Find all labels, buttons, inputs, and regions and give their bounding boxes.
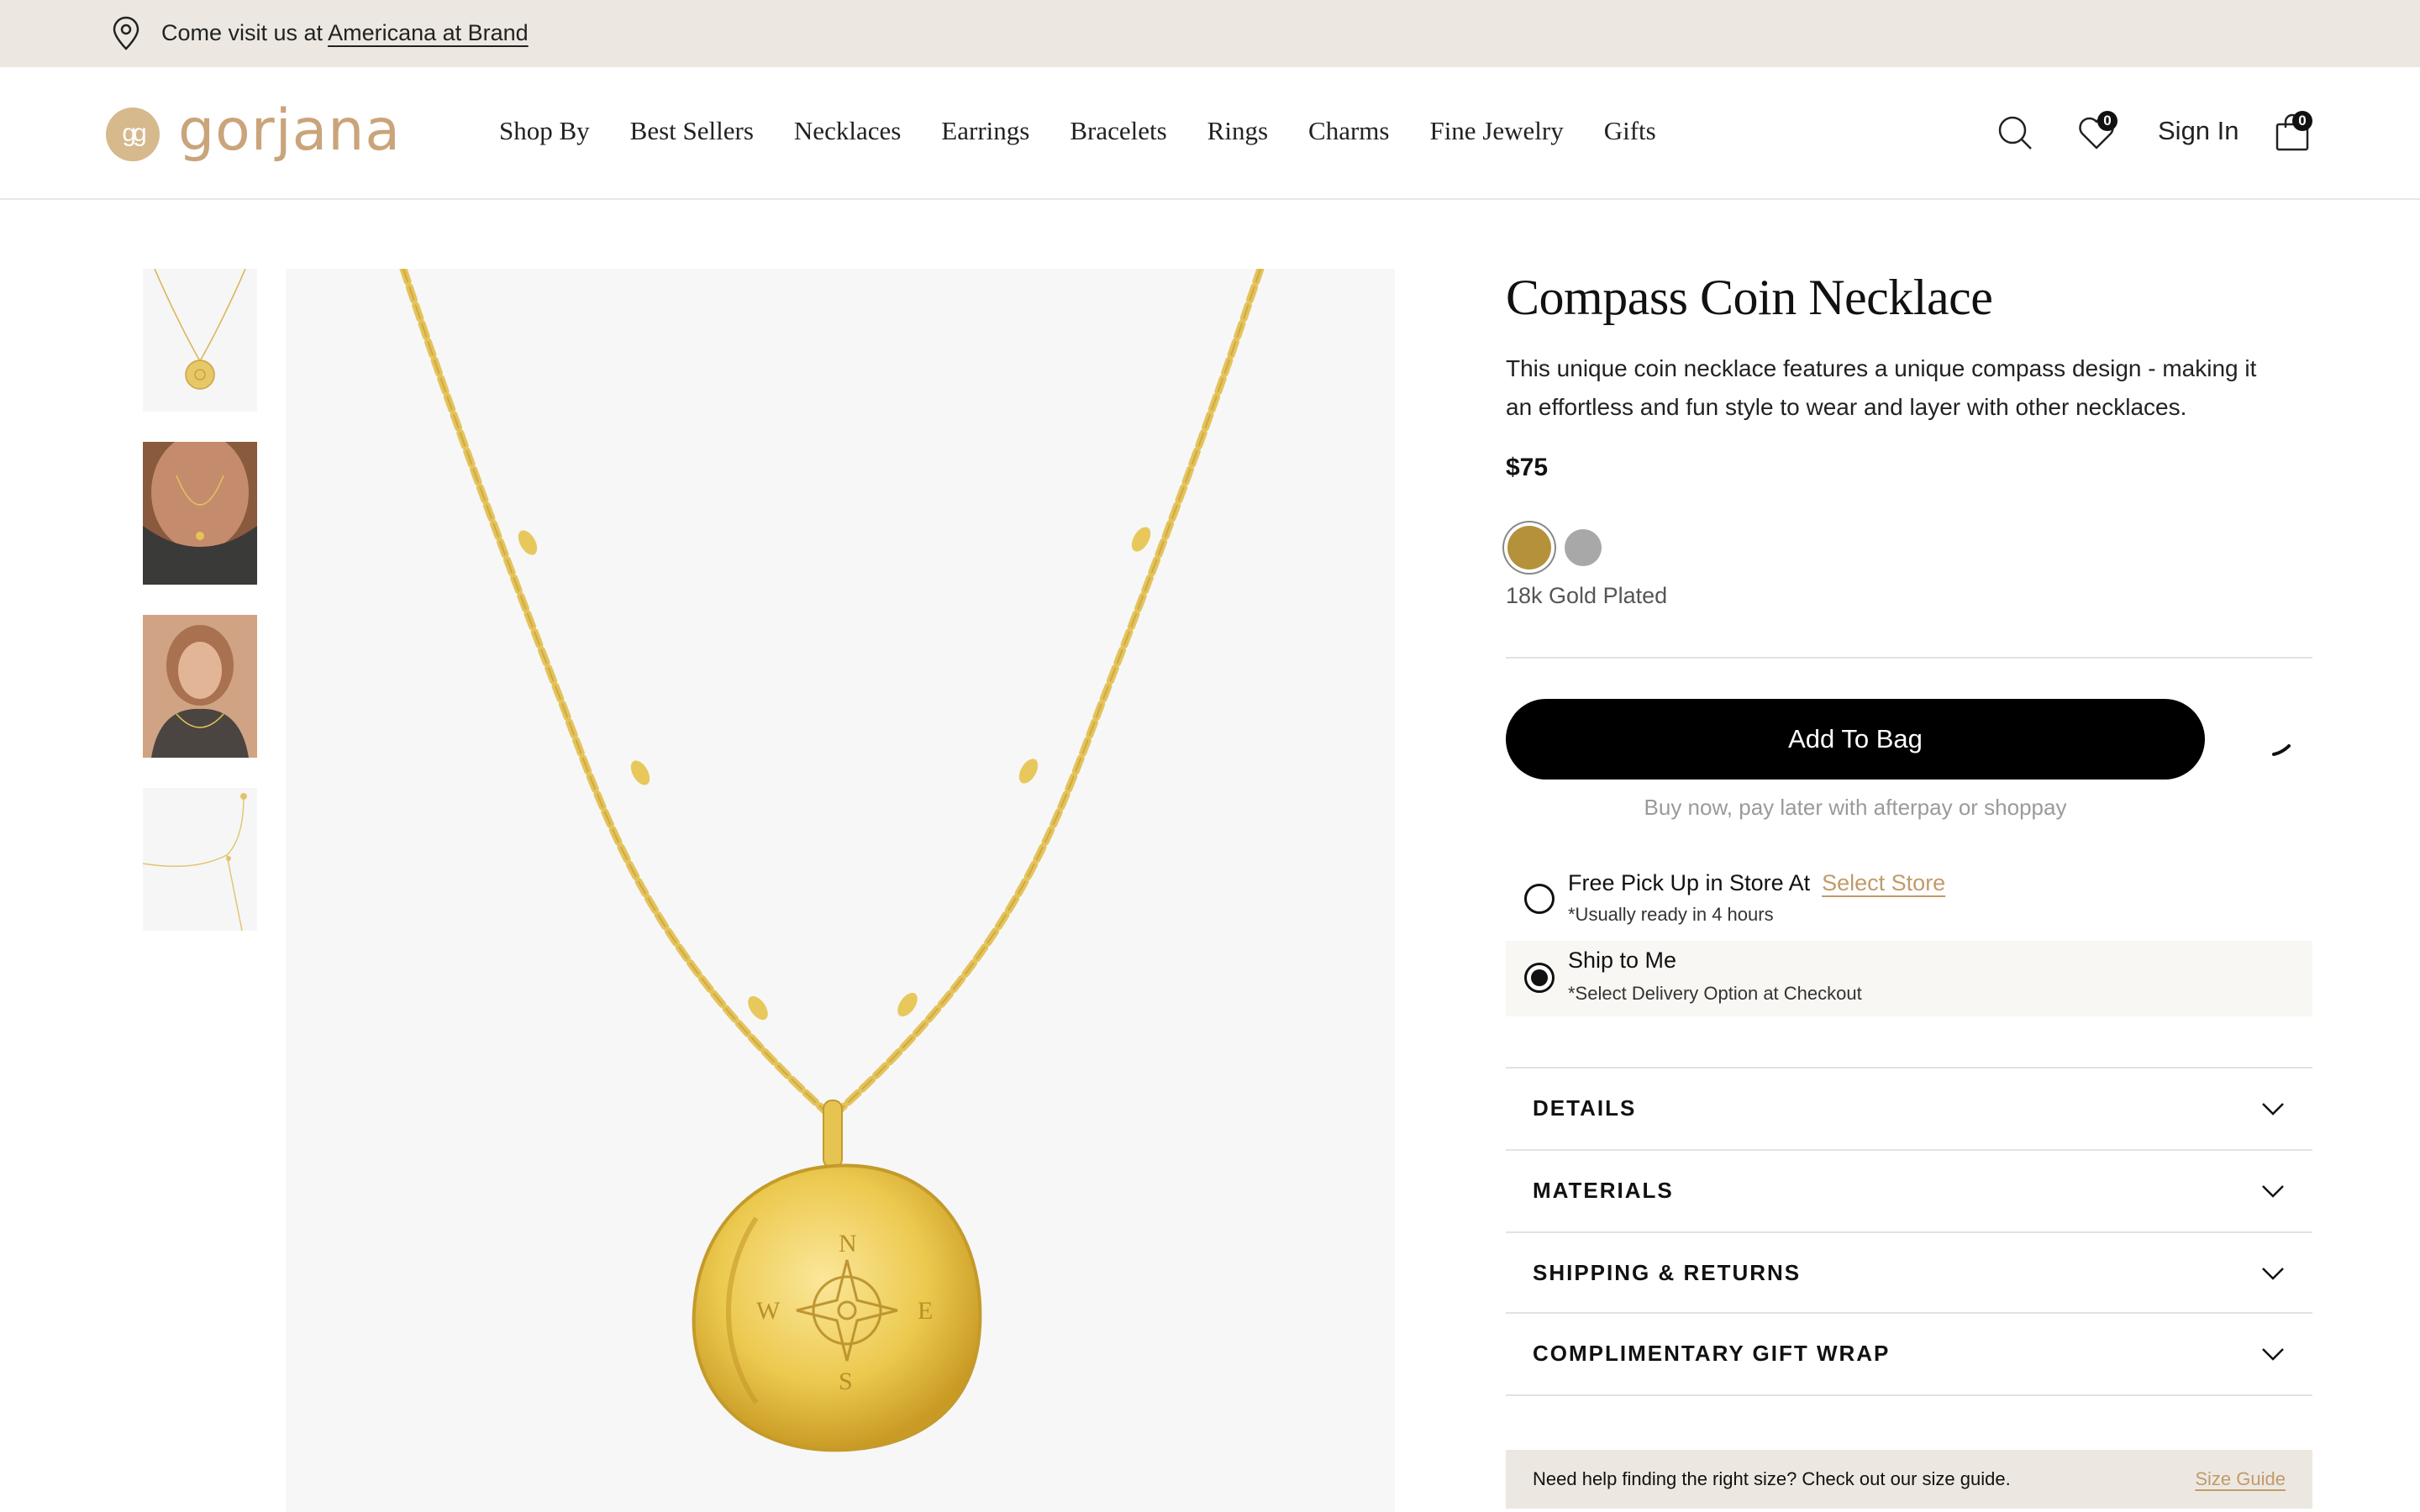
accordion-label: DETAILS	[1533, 1095, 1637, 1121]
pickup-title: Free Pick Up in Store At	[1568, 870, 1811, 895]
announcement-prefix: Come visit us at	[161, 20, 329, 45]
ship-radio[interactable]	[1524, 963, 1555, 993]
store-link[interactable]: Americana at Brand	[328, 20, 529, 45]
loading-spinner-icon	[2272, 744, 2291, 756]
nav-shop-by[interactable]: Shop By	[499, 116, 590, 146]
nav-charms[interactable]: Charms	[1308, 116, 1389, 146]
svg-text:W: W	[756, 1297, 781, 1325]
swatch-silver[interactable]	[1565, 529, 1602, 566]
chevron-down-icon	[2262, 1348, 2284, 1361]
svg-text:N: N	[839, 1230, 857, 1257]
nav-fine-jewelry[interactable]: Fine Jewelry	[1429, 116, 1563, 146]
chevron-down-icon	[2262, 1185, 2284, 1198]
size-guide-link[interactable]: Size Guide	[2195, 1468, 2286, 1490]
divider	[1506, 1394, 2312, 1396]
accordion-details[interactable]: DETAILS	[1506, 1067, 2312, 1149]
divider	[1506, 657, 2312, 659]
nav-earrings[interactable]: Earrings	[941, 116, 1029, 146]
swatch-gold[interactable]	[1507, 526, 1551, 570]
nav-bracelets[interactable]: Bracelets	[1070, 116, 1166, 146]
thumbnail-model-portrait-image	[143, 615, 257, 758]
thumbnail-product-flat-image	[143, 269, 257, 412]
gorjana-logo[interactable]: gg gorjana	[106, 97, 408, 170]
svg-text:S: S	[839, 1368, 853, 1395]
pickup-option[interactable]: Free Pick Up in Store At Select Store *Us…	[1506, 858, 2312, 934]
nav-necklaces[interactable]: Necklaces	[794, 116, 901, 146]
logo-mark-text: gg	[122, 119, 146, 147]
necklace-illustration: N E S W	[399, 269, 1265, 1452]
site-header: gg gorjana Shop By Best Sellers Necklace…	[0, 67, 2420, 200]
thumbnail-model-neck-image	[143, 442, 257, 585]
thumbnail-chain-detail[interactable]	[143, 788, 257, 931]
main-product-image: N E S W	[286, 269, 1395, 1512]
accordion-materials[interactable]: MATERIALS	[1506, 1149, 2312, 1231]
svg-text:E: E	[918, 1297, 933, 1325]
product-description: This unique coin necklace features a uni…	[1506, 355, 2257, 420]
bnpl-text: Buy now, pay later with afterpay or shop…	[1644, 795, 2067, 820]
thumbnail-model-neck[interactable]	[143, 442, 257, 585]
product-title: Compass Coin Necklace	[1506, 270, 1993, 325]
pickup-radio[interactable]	[1524, 884, 1555, 914]
location-pin-icon	[113, 16, 139, 50]
ship-note: *Select Delivery Option at Checkout	[1568, 983, 1862, 1004]
thumbnail-product-flat[interactable]	[143, 269, 257, 412]
product-price: $75	[1506, 454, 1549, 481]
variant-label: 18k Gold Plated	[1506, 583, 1668, 608]
chevron-down-icon	[2262, 1103, 2284, 1116]
accordion-gift-wrap[interactable]: COMPLIMENTARY GIFT WRAP	[1506, 1312, 2312, 1394]
pickup-note: *Usually ready in 4 hours	[1568, 904, 1774, 925]
thumbnail-chain-detail-image	[143, 788, 257, 931]
accordion-shipping-returns[interactable]: SHIPPING & RETURNS	[1506, 1231, 2312, 1314]
nav-gifts[interactable]: Gifts	[1604, 116, 1656, 146]
pickup-title-row: Free Pick Up in Store At Select Store	[1568, 870, 1945, 896]
logo-wordmark: gorjana	[178, 97, 402, 164]
accordion-label: COMPLIMENTARY GIFT WRAP	[1533, 1341, 1891, 1366]
sign-in-link[interactable]: Sign In	[2158, 116, 2239, 146]
ship-title: Ship to Me	[1568, 948, 1677, 973]
search-icon[interactable]	[1996, 114, 2033, 151]
nav-best-sellers[interactable]: Best Sellers	[630, 116, 754, 146]
product-info: Compass Coin Necklace This unique coin n…	[1506, 269, 2312, 1509]
wishlist-count-badge: 0	[2097, 111, 2118, 131]
announcement-text: Come visit us at Americana at Brand	[161, 20, 529, 46]
ship-option[interactable]: Ship to Me *Select Delivery Option at Ch…	[1506, 941, 2312, 1016]
chevron-down-icon	[2262, 1268, 2284, 1280]
nav-rings[interactable]: Rings	[1207, 116, 1268, 146]
accordion-label: SHIPPING & RETURNS	[1533, 1260, 1802, 1285]
size-guide-banner: Need help finding the right size? Check …	[1506, 1450, 2312, 1509]
thumbnail-model-portrait[interactable]	[143, 615, 257, 758]
logo-mark: gg	[106, 108, 160, 161]
select-store-link[interactable]: Select Store	[1822, 870, 1945, 895]
accordion-label: MATERIALS	[1533, 1178, 1674, 1203]
announcement-bar: Come visit us at Americana at Brand	[0, 0, 2420, 67]
add-to-bag-button[interactable]: Add To Bag	[1506, 699, 2205, 780]
main-nav: Shop By Best Sellers Necklaces Earrings …	[499, 116, 1697, 146]
bag-count-badge: 0	[2292, 111, 2312, 131]
size-guide-text: Need help finding the right size? Check …	[1533, 1468, 2011, 1489]
